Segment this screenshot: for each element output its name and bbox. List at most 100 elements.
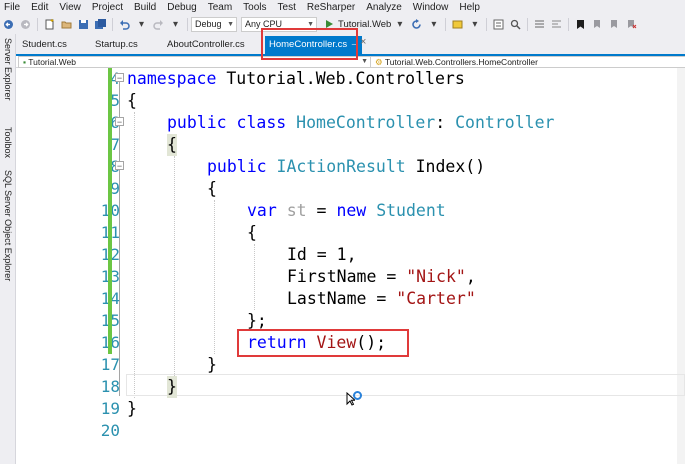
undo-icon[interactable] [118,18,131,31]
configuration-select[interactable]: Debug ▼ [191,16,237,32]
menu-file[interactable]: File [0,2,27,13]
tool-window-sidebar: Server Explorer Toolbox SQL Server Objec… [0,34,16,464]
change-marker [108,156,112,178]
change-marker [108,266,112,288]
busy-spinner-icon [353,391,362,400]
bookmark-icon[interactable] [574,18,587,31]
code-text: FirstName = "Nick", [287,267,476,286]
code-line: 4 − namespace Tutorial.Web.Controllers [16,68,685,90]
next-bookmark-icon[interactable] [608,18,621,31]
clear-bookmarks-icon[interactable] [625,18,638,31]
tab-aboutcontroller-cs[interactable]: AboutController.cs [167,37,245,52]
configuration-value: Debug [195,18,222,29]
comment-out-icon[interactable] [533,18,546,31]
redo-icon[interactable] [152,18,165,31]
menu-tools[interactable]: Tools [239,2,273,13]
code-text: { [167,134,177,156]
code-line: 14 LastName = "Carter" [16,288,685,310]
line-number: 20 [100,421,120,440]
change-marker [108,178,112,200]
server-explorer-tab[interactable]: Server Explorer [2,38,13,101]
toolbar-separator [568,17,570,31]
line-number: 18 [100,377,120,396]
toolbox-tab[interactable]: Toolbox [2,127,13,158]
code-line: 9 { [16,178,685,200]
change-marker [108,222,112,244]
prev-bookmark-icon[interactable] [591,18,604,31]
change-marker [108,244,112,266]
code-text: { [207,179,217,198]
code-line: 6 − public class HomeController: Control… [16,112,685,134]
highlight-box [261,28,358,60]
find-icon[interactable] [509,18,522,31]
chevron-down-icon: ▼ [227,20,234,28]
save-all-icon[interactable] [94,18,107,31]
forward-icon[interactable] [19,18,32,31]
code-text: { [247,223,257,242]
menu-window[interactable]: Window [409,2,456,13]
refresh-icon[interactable] [410,18,423,31]
toolbar-separator [527,17,529,31]
menu-view[interactable]: View [55,2,88,13]
change-marker [108,288,112,310]
class-dropdown[interactable]: ⚙ Tutorial.Web.Controllers.HomeControlle… [370,56,685,68]
class-value: Tutorial.Web.Controllers.HomeController [384,57,538,67]
code-line: 13 FirstName = "Nick", [16,266,685,288]
code-line: 7 { [16,134,685,156]
browser-link-icon[interactable] [451,18,464,31]
code-text: } [127,399,137,418]
tab-student-cs[interactable]: Student.cs [22,37,67,52]
menu-test[interactable]: Test [274,2,303,13]
code-editor[interactable]: 4 − namespace Tutorial.Web.Controllers 5… [16,68,685,464]
csharp-project-icon: ▪ [23,57,27,67]
menu-team[interactable]: Team [204,2,239,13]
menu-debug[interactable]: Debug [163,2,203,13]
toolbar-separator [486,17,488,31]
code-text: { [127,91,137,110]
collapse-icon[interactable]: − [115,73,124,83]
code-text: var st = new Student [247,201,446,220]
undo-dropdown-icon[interactable]: ▾ [135,18,148,31]
redo-dropdown-icon[interactable]: ▾ [169,18,182,31]
project-value: Tutorial.Web [28,57,76,67]
chevron-down-icon[interactable]: ▾ [427,18,440,31]
code-line: 17 } [16,354,685,376]
menu-project[interactable]: Project [88,2,130,13]
collapse-icon[interactable]: − [115,161,124,171]
toolbar-separator [445,17,447,31]
code-text: public class HomeController: Controller [167,113,555,132]
tab-startup-cs[interactable]: Startup.cs [95,37,138,52]
collapse-icon[interactable]: − [115,117,124,127]
highlight-box [237,329,409,357]
change-marker [108,332,112,354]
line-number: 17 [100,355,120,374]
menu-analyze[interactable]: Analyze [362,2,409,13]
menu-help[interactable]: Help [455,2,487,13]
change-marker [108,310,112,332]
save-icon[interactable] [77,18,90,31]
back-icon[interactable] [2,18,15,31]
close-icon[interactable]: × [360,36,366,48]
code-text: public IActionResult Index() [207,157,486,176]
menu-resharper[interactable]: ReSharper [303,2,362,13]
menu-build[interactable]: Build [130,2,163,13]
sql-server-object-explorer-tab[interactable]: SQL Server Object Explorer [2,170,13,281]
code-line: 10 var st = new Student [16,200,685,222]
code-text: LastName = "Carter" [287,289,476,308]
code-line: 11 { [16,222,685,244]
code-line: 5 { [16,90,685,112]
change-marker [108,134,112,156]
chevron-down-icon[interactable]: ▾ [468,18,481,31]
solution-config-icon[interactable] [492,18,505,31]
open-folder-icon[interactable] [60,18,73,31]
line-number: 19 [100,399,120,418]
change-marker [108,68,112,90]
toolbar-separator [187,17,188,31]
chevron-down-icon[interactable]: ▾ [393,18,406,31]
uncomment-icon[interactable] [550,18,563,31]
new-item-icon[interactable] [43,18,56,31]
chevron-down-icon: ▼ [361,58,368,65]
menu-edit[interactable]: Edit [27,2,55,13]
code-text: } [167,376,177,398]
menu-bar: File Edit View Project Build Debug Team … [0,0,685,14]
